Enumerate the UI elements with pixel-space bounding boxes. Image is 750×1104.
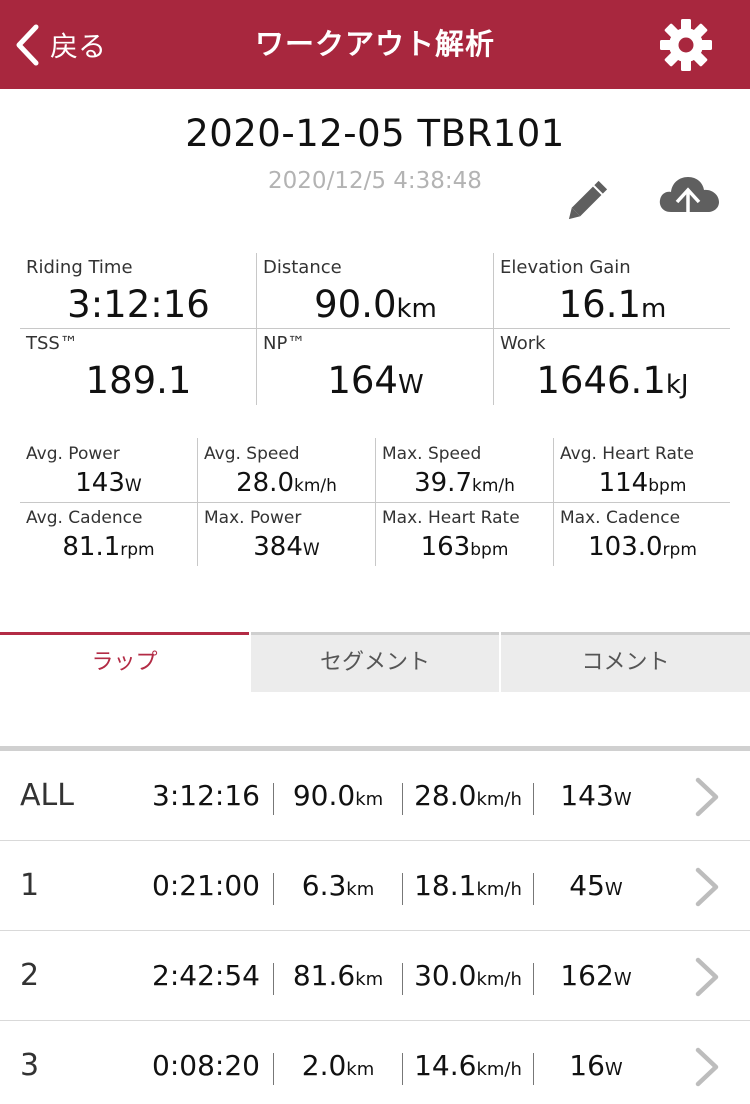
stat-value: 114bpm xyxy=(598,468,687,498)
stat-value: 81.1rpm xyxy=(62,532,155,562)
lap-time: 0:08:20 xyxy=(152,1049,260,1082)
stat-label: Work xyxy=(500,333,546,354)
stat-avg-power: Avg. Power 143W xyxy=(20,438,197,502)
lap-row-all[interactable]: ALL 3:12:16 90.0km 28.0km/h 143W xyxy=(0,751,750,841)
stat-max-speed: Max. Speed 39.7km/h xyxy=(376,438,553,502)
stat-work: Work 1646.1kJ xyxy=(494,329,731,405)
workout-title: 2020-12-05 TBR101 xyxy=(185,112,565,155)
pencil-icon[interactable] xyxy=(563,176,613,224)
cloud-upload-icon[interactable] xyxy=(657,172,721,224)
stat-value: 164W xyxy=(327,359,424,402)
nav-bar: 戻る ワークアウト解析 xyxy=(0,0,750,89)
gear-icon[interactable] xyxy=(659,18,713,72)
lap-power: 162W xyxy=(560,959,632,992)
chevron-right-icon xyxy=(695,957,719,997)
stat-avg-cadence: Avg. Cadence 81.1rpm xyxy=(20,502,197,566)
stat-value: 28.0km/h xyxy=(236,468,337,498)
stat-value: 39.7km/h xyxy=(414,468,515,498)
stat-value: 1646.1kJ xyxy=(536,359,689,402)
lap-name: 2 xyxy=(20,958,40,993)
stat-tss: TSS™ 189.1 xyxy=(20,329,257,405)
lap-power: 16W xyxy=(569,1049,623,1082)
stat-label: Avg. Heart Rate xyxy=(560,444,694,464)
lap-row[interactable]: 1 0:21:00 6.3km 18.1km/h 45W xyxy=(0,841,750,931)
stat-max-heart-rate: Max. Heart Rate 163bpm xyxy=(376,502,553,566)
lap-distance: 2.0km xyxy=(301,1049,375,1082)
stat-elevation-gain: Elevation Gain 16.1m xyxy=(494,253,731,329)
stat-value: 90.0km xyxy=(314,283,437,326)
lap-speed: 14.6km/h xyxy=(414,1049,522,1082)
stat-label: Avg. Cadence xyxy=(26,508,143,528)
lap-speed: 28.0km/h xyxy=(414,779,522,812)
lap-name: ALL xyxy=(20,778,74,813)
stat-label: NP™ xyxy=(263,333,306,354)
stat-label: TSS™ xyxy=(26,333,78,354)
lap-distance: 81.6km xyxy=(292,959,384,992)
stat-riding-time: Riding Time 3:12:16 xyxy=(20,253,257,329)
stat-label: Distance xyxy=(263,257,342,278)
stat-value: 189.1 xyxy=(85,359,192,402)
lap-name: 3 xyxy=(20,1048,40,1083)
stat-label: Max. Speed xyxy=(382,444,482,464)
page-title: ワークアウト解析 xyxy=(254,27,495,61)
sub-stats-grid: Avg. Power 143W Avg. Speed 28.0km/h Max.… xyxy=(20,438,730,566)
stat-avg-speed: Avg. Speed 28.0km/h xyxy=(198,438,375,502)
stat-value: 16.1m xyxy=(558,283,667,326)
stat-label: Elevation Gain xyxy=(500,257,631,278)
lap-power: 143W xyxy=(560,779,632,812)
stat-value: 103.0rpm xyxy=(588,532,697,562)
stat-label: Max. Cadence xyxy=(560,508,681,528)
stat-max-power: Max. Power 384W xyxy=(198,502,375,566)
lap-time: 0:21:00 xyxy=(152,869,260,902)
stat-value: 163bpm xyxy=(420,532,509,562)
lap-time: 3:12:16 xyxy=(152,779,260,812)
stat-avg-heart-rate: Avg. Heart Rate 114bpm xyxy=(554,438,731,502)
stat-label: Avg. Speed xyxy=(204,444,300,464)
chevron-right-icon xyxy=(695,1047,719,1087)
lap-power: 45W xyxy=(569,869,623,902)
stat-label: Avg. Power xyxy=(26,444,120,464)
stat-label: Riding Time xyxy=(26,257,133,278)
tab-comments[interactable]: コメント xyxy=(501,632,750,692)
lap-speed: 18.1km/h xyxy=(414,869,522,902)
main-stats-grid: Riding Time 3:12:16 Distance 90.0km Elev… xyxy=(20,253,730,405)
stat-value: 384W xyxy=(253,532,320,562)
workout-datetime: 2020/12/5 4:38:48 xyxy=(268,168,482,194)
lap-distance: 6.3km xyxy=(301,869,375,902)
tab-bar: ラップ セグメント コメント xyxy=(0,632,750,692)
grid-divider xyxy=(256,253,257,405)
stat-np: NP™ 164W xyxy=(257,329,494,405)
lap-name: 1 xyxy=(20,868,40,903)
lap-row[interactable]: 3 0:08:20 2.0km 14.6km/h 16W xyxy=(0,1021,750,1104)
lap-distance: 90.0km xyxy=(292,779,384,812)
lap-time: 2:42:54 xyxy=(152,959,260,992)
grid-divider xyxy=(493,253,494,405)
stat-label: Max. Heart Rate xyxy=(382,508,520,528)
stat-max-cadence: Max. Cadence 103.0rpm xyxy=(554,502,731,566)
stat-distance: Distance 90.0km xyxy=(257,253,494,329)
chevron-right-icon xyxy=(695,867,719,907)
tab-laps[interactable]: ラップ xyxy=(0,632,249,692)
lap-speed: 30.0km/h xyxy=(414,959,522,992)
grid-divider xyxy=(20,502,730,503)
lap-row[interactable]: 2 2:42:54 81.6km 30.0km/h 162W xyxy=(0,931,750,1021)
grid-divider xyxy=(20,328,730,329)
chevron-right-icon xyxy=(695,777,719,817)
stat-label: Max. Power xyxy=(204,508,302,528)
stat-value: 3:12:16 xyxy=(67,283,210,326)
stat-value: 143W xyxy=(75,468,142,498)
tab-segments[interactable]: セグメント xyxy=(251,632,499,692)
